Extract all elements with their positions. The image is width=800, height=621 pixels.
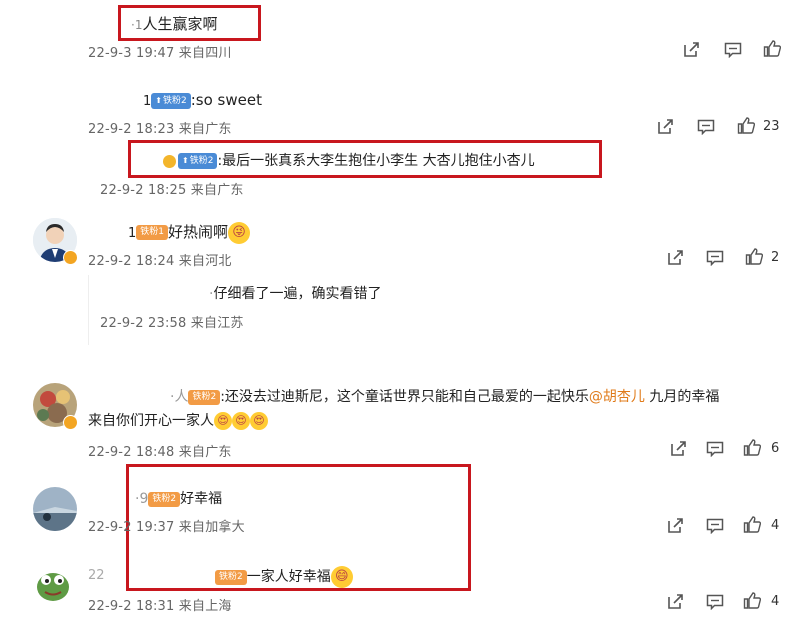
share-icon[interactable] (667, 517, 684, 534)
comment-body: 仔细看了一遍，确实看错了 (213, 286, 382, 302)
like-icon[interactable] (743, 592, 761, 609)
comment-prefix: ·9 (135, 491, 149, 507)
share-icon[interactable] (683, 41, 700, 58)
comment-icon[interactable] (706, 518, 724, 534)
mention-link[interactable]: @胡杏儿 (589, 389, 645, 405)
comment-text: 铁粉2:最后一张真系大李生抱住小李生 大杏儿抱住小杏儿 (163, 150, 535, 170)
avatar[interactable] (33, 565, 73, 605)
comment-text: 1 铁粉1 好热闹啊 😜 (128, 221, 251, 244)
comment-meta: 22-9-2 18:24 来自河北 (88, 254, 232, 269)
share-icon[interactable] (667, 249, 684, 266)
laughing-emoji-icon: 😄 (330, 566, 353, 588)
like-icon[interactable] (743, 439, 761, 456)
comment-meta: 22-9-2 18:25 来自广东 (100, 183, 244, 198)
comment-meta: 22-9-2 19:37 来自加拿大 (88, 520, 245, 535)
share-icon[interactable] (667, 593, 684, 610)
comment-body: 一家人好幸福 (246, 569, 331, 585)
like-count: 6 (771, 441, 780, 456)
comment-prefix: ·人 (170, 389, 189, 405)
comment-text-line2: 来自你们开心一家人 😍 😍 😍 (88, 410, 268, 430)
comment-body: 好幸福 (180, 491, 223, 507)
comment-body: :还没去过迪斯尼，这个童话世界只能和自己最爱的一起快乐 (220, 389, 589, 405)
comment-prefix: 22 (88, 568, 105, 583)
heart-eyes-emoji-icon: 😍 (214, 412, 232, 430)
fan-badge: 铁粉2 (188, 389, 221, 405)
comment-icon[interactable] (697, 119, 715, 135)
fan-badge: 铁粉2 (215, 569, 247, 585)
avatar[interactable] (33, 487, 77, 531)
comment-text: ·1人生赢家啊 (131, 13, 217, 34)
like-icon[interactable] (737, 117, 755, 134)
comment-icon[interactable] (724, 42, 742, 58)
comment-icon[interactable] (706, 441, 724, 457)
like-icon[interactable] (743, 516, 761, 533)
comment-icon[interactable] (706, 250, 724, 266)
like-count: 4 (771, 518, 780, 533)
comment-text: ·仔细看了一遍，确实看错了 (209, 283, 381, 303)
comment-icon[interactable] (706, 594, 724, 610)
comment-meta: 22-9-2 18:48 来自广东 (88, 445, 232, 460)
comment-meta: 22-9-2 23:58 来自江苏 (100, 316, 244, 331)
fan-badge: 铁粉1 (136, 225, 169, 240)
comment-prefix: 1 (128, 226, 137, 241)
heart-eyes-emoji-icon: 😍 (232, 412, 250, 430)
fan-badge: 铁粉2 (151, 92, 191, 109)
comment-text: 1铁粉2:so sweet (143, 91, 262, 109)
comment-body: 人生赢家啊 (142, 15, 218, 33)
comment-text: 22 (88, 568, 105, 583)
fan-badge: 铁粉2 (148, 491, 181, 507)
like-icon[interactable] (763, 40, 781, 57)
comment-body: :so sweet (190, 91, 262, 109)
like-icon[interactable] (745, 248, 763, 265)
fan-badge: 铁粉2 (178, 153, 218, 169)
happy-emoji-icon: 😜 (228, 221, 251, 244)
like-count: 2 (771, 250, 780, 265)
like-count: 4 (771, 594, 780, 609)
share-icon[interactable] (670, 440, 687, 457)
comment-body-end: 九月的幸福 (644, 389, 720, 405)
reply-divider (88, 275, 89, 345)
comment-body: 好热闹啊 (168, 223, 229, 241)
verified-badge-icon (163, 154, 176, 168)
heart-eyes-emoji-icon: 😍 (250, 412, 268, 430)
comment-text: ·人 铁粉2:还没去过迪斯尼，这个童话世界只能和自己最爱的一起快乐@胡杏儿 九月的… (170, 386, 719, 406)
comment-meta: 22-9-2 18:31 来自上海 (88, 599, 232, 614)
comment-prefix: ·1 (131, 18, 143, 32)
comment-body: 来自你们开心一家人 (88, 413, 214, 429)
comment-text: 铁粉2 一家人好幸福 😄 (215, 566, 353, 588)
verified-icon (63, 415, 78, 430)
like-count: 23 (763, 119, 780, 134)
share-icon[interactable] (657, 118, 674, 135)
comment-prefix: 1 (143, 94, 152, 109)
comment-body: :最后一张真系大李生抱住小李生 大杏儿抱住小杏儿 (217, 153, 535, 169)
comment-meta: 22-9-2 18:23 来自广东 (88, 122, 232, 137)
comment-meta: 22-9-3 19:47 来自四川 (88, 46, 232, 61)
verified-icon (63, 250, 78, 265)
comment-text: ·9 铁粉2 好幸福 (135, 488, 222, 508)
